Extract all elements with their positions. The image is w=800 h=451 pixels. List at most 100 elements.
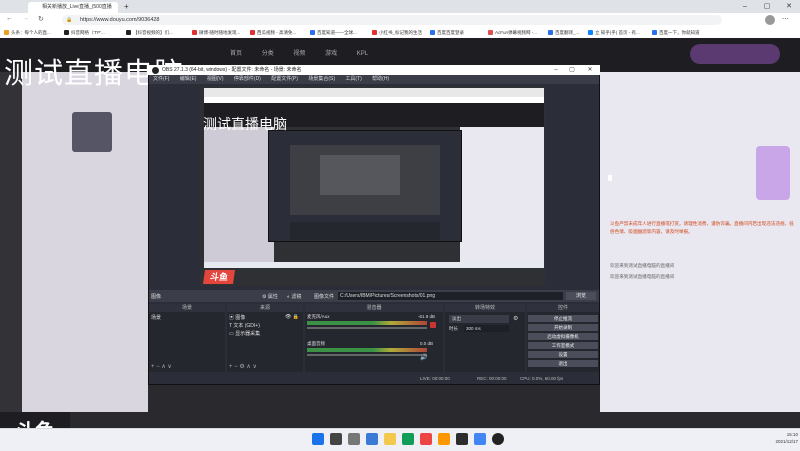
- image-path-input[interactable]: C:/Users/IBM/Pictures/Screenshots/01.png: [338, 292, 563, 300]
- bookmark[interactable]: 头条：每个人的直...: [4, 29, 51, 36]
- obs-minimize-icon[interactable]: –: [548, 65, 564, 75]
- menu-help[interactable]: 帮助(H): [372, 76, 389, 82]
- menu-tools[interactable]: 工具(T): [345, 76, 361, 82]
- rec-status: REC: 00:00:00: [477, 376, 507, 381]
- bookmark[interactable]: 小红书_标记我的生活: [372, 29, 422, 36]
- search-icon[interactable]: [330, 433, 342, 445]
- nav-item-kpl[interactable]: KPL: [357, 51, 368, 57]
- bookmark[interactable]: 【抖音视频的】们...: [126, 29, 173, 36]
- source-item[interactable]: ▭ 显示器采集: [229, 330, 260, 337]
- mixer-channel-db: -61.9 dB: [418, 314, 436, 319]
- chrome-icon[interactable]: [474, 433, 486, 445]
- obs-title-bar: OBS 27.1.3 (64-bit, windows) - 配置文件: 未命名…: [148, 65, 600, 75]
- start-icon[interactable]: [312, 433, 324, 445]
- duration-label: 时长: [449, 326, 458, 331]
- chat-message: 欢迎来到测试直播电脑的直播间: [610, 263, 675, 269]
- menu-profile[interactable]: 配置文件(P): [271, 76, 298, 82]
- menu-edit[interactable]: 编辑(E): [180, 76, 197, 82]
- bookmark[interactable]: 抖音网络（'TP'...: [64, 29, 105, 36]
- virtual-camera-button[interactable]: 启动虚拟摄像机: [528, 333, 598, 340]
- transition-settings-icon[interactable]: ⚙: [513, 315, 518, 322]
- source-item[interactable]: ▣ 图像: [229, 314, 245, 321]
- exit-button[interactable]: 退出: [528, 360, 598, 367]
- duration-input[interactable]: 300 ms: [464, 325, 509, 332]
- back-icon[interactable]: ←: [6, 15, 13, 22]
- stop-streaming-button[interactable]: 停止推流: [528, 315, 598, 322]
- volume-icon[interactable]: 🔊: [420, 354, 427, 361]
- start-recording-button[interactable]: 开始录制: [528, 324, 598, 331]
- app-icon[interactable]: [438, 433, 450, 445]
- cpu-status: CPU: 0.0%, 60.00 fps: [520, 376, 564, 381]
- clock[interactable]: 15:10 2021/12/17: [760, 431, 798, 445]
- obs-maximize-icon[interactable]: ▢: [564, 65, 580, 75]
- source-item[interactable]: T 文本 (GDI+): [229, 322, 260, 329]
- lock-icon: 🔒: [66, 17, 73, 23]
- bookmark[interactable]: AcFun弹幕视频网 -...: [488, 29, 537, 36]
- mixer-channel-name: 麦克风/Aux: [307, 314, 330, 319]
- filters-button[interactable]: ◐ 滤镜: [287, 293, 301, 300]
- obs-close-icon[interactable]: ✕: [582, 65, 598, 75]
- bookmark[interactable]: 西瓜视频 - 高清免...: [250, 29, 296, 36]
- properties-button[interactable]: ⚙ 属性: [262, 293, 278, 300]
- obs-taskbar-icon[interactable]: [492, 433, 504, 445]
- scenes-dock-header: 场景: [149, 304, 225, 312]
- avatar[interactable]: [765, 15, 775, 25]
- steam-icon[interactable]: [456, 433, 468, 445]
- scene-controls[interactable]: + − ∧ ∨: [151, 363, 172, 370]
- bookmark[interactable]: 微博-随时随地发现...: [192, 29, 240, 36]
- menu-view[interactable]: 视图(V): [207, 76, 224, 82]
- task-view-icon[interactable]: [348, 433, 360, 445]
- streamer-avatar[interactable]: [72, 112, 112, 152]
- left-rail: [0, 72, 22, 412]
- nav-item-game[interactable]: 游戏: [325, 51, 337, 57]
- transition-select[interactable]: 淡出: [449, 315, 509, 323]
- mute-icon[interactable]: [430, 322, 436, 328]
- new-tab-icon[interactable]: +: [124, 2, 129, 11]
- browser-tab-strip: [0, 0, 800, 13]
- menu-icon[interactable]: ⋯: [782, 15, 789, 23]
- minimize-icon[interactable]: –: [734, 0, 756, 13]
- studio-mode-button[interactable]: 工作室模式: [528, 342, 598, 349]
- obs-menu-bar: 文件(F) 编辑(E) 视图(V) 停靠部件(D) 配置文件(P) 场景集合(S…: [149, 75, 599, 84]
- file-explorer-icon[interactable]: [384, 433, 396, 445]
- chat-message: 斗鱼严禁未成年人进行直播或打赏，请理性消费，谨防诈骗。直播间内若出现违法违规、低…: [610, 221, 794, 235]
- source-controls[interactable]: + − ⚙ ∧ ∨: [229, 363, 257, 370]
- browser-tab[interactable]: 相关新播放_Live直播_(500直播: [28, 2, 118, 13]
- close-icon[interactable]: ✕: [778, 0, 800, 13]
- visibility-icon[interactable]: 👁 🔒: [285, 314, 299, 320]
- transitions-dock-header: 转场特效: [445, 304, 525, 312]
- reload-icon[interactable]: ↻: [38, 15, 44, 23]
- promo-badge[interactable]: [756, 146, 790, 200]
- widgets-icon[interactable]: [366, 433, 378, 445]
- bookmark[interactable]: 立 知乎(乎) 首页 - 有...: [588, 29, 640, 36]
- preview-left: [204, 127, 274, 267]
- mixer-meter: [307, 321, 427, 325]
- bookmark[interactable]: 百度翻译_...: [548, 29, 579, 36]
- browse-button[interactable]: 浏览: [566, 292, 596, 300]
- bookmark[interactable]: 百度知道——全球...: [310, 29, 357, 36]
- menu-file[interactable]: 文件(F): [153, 76, 169, 82]
- scene-item[interactable]: 场景: [151, 314, 161, 321]
- maximize-icon[interactable]: ▢: [756, 0, 778, 13]
- settings-button[interactable]: 设置: [528, 351, 598, 358]
- preview-taskbar: [204, 262, 544, 268]
- menu-scene-collection[interactable]: 场景集合(S): [308, 76, 335, 82]
- live-status: LIVE: 00:00:00: [420, 376, 450, 381]
- edge-icon[interactable]: [402, 433, 414, 445]
- store-icon[interactable]: [420, 433, 432, 445]
- preview-logo: 斗鱼: [203, 270, 235, 284]
- obs-logo-icon: [152, 67, 159, 74]
- nav-item-category[interactable]: 分类: [262, 51, 274, 57]
- promo-banner[interactable]: [690, 44, 780, 64]
- menu-docks[interactable]: 停靠部件(D): [234, 76, 261, 82]
- mixer-slider[interactable]: [307, 327, 427, 329]
- nav-item-video[interactable]: 视频: [293, 51, 305, 57]
- mixer-slider[interactable]: [307, 354, 427, 356]
- nav-item-home[interactable]: 首页: [230, 51, 242, 57]
- url-input[interactable]: https://www.douyu.com/9036428: [62, 15, 722, 25]
- bookmark[interactable]: 百度一下，你就知道: [652, 29, 700, 36]
- forward-icon[interactable]: →: [22, 15, 29, 22]
- bookmark[interactable]: 百度百度登录: [430, 29, 464, 36]
- clock-time: 15:10: [786, 432, 798, 437]
- chat-message: 欢迎来到测试直播电脑的直播间: [610, 273, 675, 279]
